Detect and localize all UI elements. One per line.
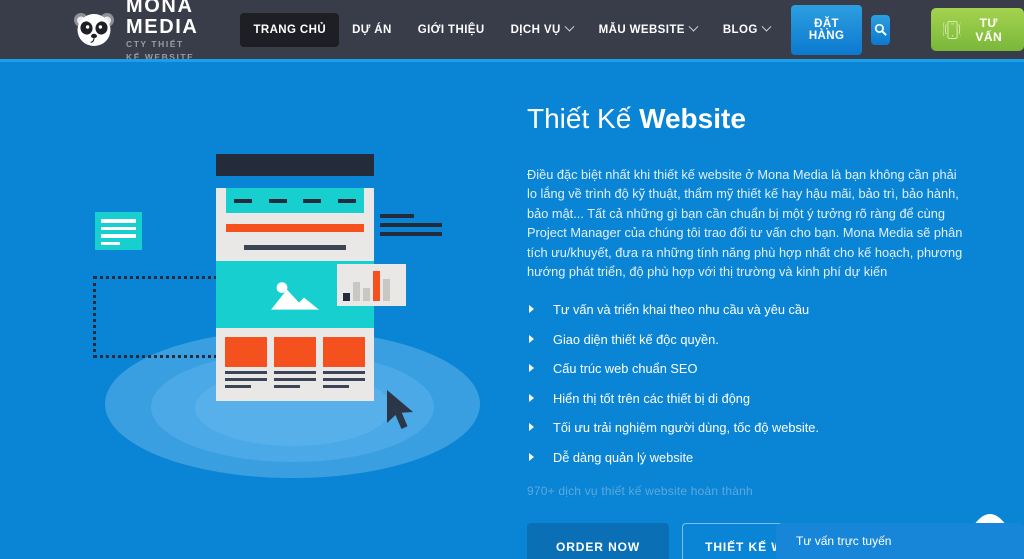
live-chat-label: Tư vấn trực tuyến [796, 534, 892, 548]
mock-card-line [323, 384, 350, 388]
hero-paragraph: Điều đặc biệt nhất khi thiết kế website … [527, 167, 963, 280]
completed-projects-stat: 970+ dịch vụ thiết kế website hoàn thành [527, 483, 753, 498]
search-icon [875, 23, 887, 36]
nav-item-mau-website[interactable]: MẪU WEBSITE [586, 13, 710, 47]
nav-item-du-an[interactable]: DỰ ÁN [339, 13, 405, 47]
mock-card-line [225, 377, 267, 381]
order-button[interactable]: ĐẶT HÀNG [790, 4, 863, 55]
mock-accent-bar [226, 224, 364, 232]
page-title: Thiết Kế Website [527, 102, 967, 136]
mock-nav-item [234, 198, 253, 203]
nav-label: GIỚI THIỆU [417, 23, 485, 36]
brand-title: MONA MEDIA [126, 0, 199, 38]
nav-label: MẪU WEBSITE [598, 23, 685, 36]
card-line [101, 234, 136, 238]
mock-nav-item [303, 198, 322, 203]
illustration-selection-marquee [93, 276, 225, 358]
line [380, 223, 442, 227]
page-title-bold: Website [639, 103, 746, 134]
page-title-light: Thiết Kế [527, 103, 640, 134]
hero-section: Thiết Kế Website Điều đặc biệt nhất khi … [0, 62, 1024, 559]
chevron-down-icon [564, 21, 575, 32]
mock-card-line [323, 370, 365, 374]
page-root: MONA MEDIA CTY THIẾT KẾ WEBSITE TRANG CH… [0, 0, 1024, 559]
chart-bar [363, 288, 370, 301]
image-placeholder-icon [271, 281, 319, 310]
list-item: Dễ dàng quản lý website [527, 449, 967, 466]
mock-card-line [225, 370, 267, 374]
nav-item-blog[interactable]: BLOG [710, 13, 783, 47]
nav-item-dich-vu[interactable]: DỊCH VỤ [498, 13, 586, 47]
mock-card-line [225, 384, 252, 388]
mock-card-thumb [323, 337, 365, 367]
site-header: MONA MEDIA CTY THIẾT KẾ WEBSITE TRANG CH… [0, 0, 1024, 62]
card-line [101, 219, 136, 223]
list-item: Giao diện thiết kế độc quyền. [527, 331, 967, 348]
list-item: Tối ưu trải nghiệm người dùng, tốc độ we… [527, 419, 967, 436]
nav-label: BLOG [722, 23, 758, 36]
chart-bar [353, 282, 360, 301]
nav-item-trang-chu[interactable]: TRANG CHỦ [240, 12, 340, 47]
illustration-chart-card [337, 264, 406, 306]
chevron-down-icon [761, 21, 772, 32]
nav-label: TRANG CHỦ [253, 23, 327, 36]
hero-copy: Thiết Kế Website Điều đặc biệt nhất khi … [527, 102, 967, 559]
card-line [101, 226, 136, 230]
panda-icon [74, 12, 114, 46]
mock-nav-item [268, 198, 287, 203]
nav-item-gioi-thieu[interactable]: GIỚI THIỆU [405, 13, 498, 47]
mock-card [323, 337, 365, 388]
mock-heading-line [244, 245, 346, 250]
search-button[interactable] [871, 14, 891, 45]
mock-card-line [323, 377, 365, 381]
list-item: Tư vấn và triển khai theo nhu cầu và yêu… [527, 301, 967, 318]
chevron-down-icon [688, 21, 699, 32]
mock-card-line [274, 384, 301, 388]
list-item: Hiển thị tốt trên các thiết bị di động [527, 390, 967, 407]
hero-feature-list: Tư vấn và triển khai theo nhu cầu và yêu… [527, 301, 967, 466]
order-now-button[interactable]: ORDER NOW [527, 522, 670, 559]
brand-logo[interactable]: MONA MEDIA CTY THIẾT KẾ WEBSITE [72, 0, 198, 64]
live-chat-widget[interactable]: Tư vấn trực tuyến [776, 523, 1024, 559]
mock-card-line [274, 377, 316, 381]
main-navigation: TRANG CHỦ DỰ ÁN GIỚI THIỆU DỊCH VỤ MẪU W… [240, 12, 783, 47]
web-design-illustration [93, 154, 495, 484]
card-line [101, 241, 121, 245]
line [380, 214, 415, 218]
nav-label: DỊCH VỤ [510, 23, 561, 36]
illustration-right-lines [380, 214, 442, 241]
mock-nav-item [337, 198, 356, 203]
mobile-phone-icon [943, 20, 962, 39]
mock-card-thumb [274, 337, 316, 367]
mock-navbar [226, 188, 364, 213]
mock-card-line [274, 370, 316, 374]
chart-bar [343, 293, 350, 301]
consult-button[interactable]: TƯ VẤN [931, 8, 1024, 51]
consult-button-label: TƯ VẤN [975, 15, 1003, 44]
mouse-cursor-icon [387, 390, 413, 429]
chart-bar [383, 279, 390, 301]
browser-titlebar [216, 154, 374, 176]
nav-label: DỰ ÁN [352, 23, 392, 36]
line [380, 232, 442, 236]
brand-text: MONA MEDIA CTY THIẾT KẾ WEBSITE [126, 0, 198, 64]
mock-card [274, 337, 316, 388]
list-item: Cấu trúc web chuẩn SEO [527, 360, 967, 377]
mock-card-thumb [225, 337, 267, 367]
chart-bar [373, 271, 380, 301]
mock-card [225, 337, 267, 388]
illustration-teal-card [95, 212, 142, 250]
mock-card-row [216, 328, 374, 401]
